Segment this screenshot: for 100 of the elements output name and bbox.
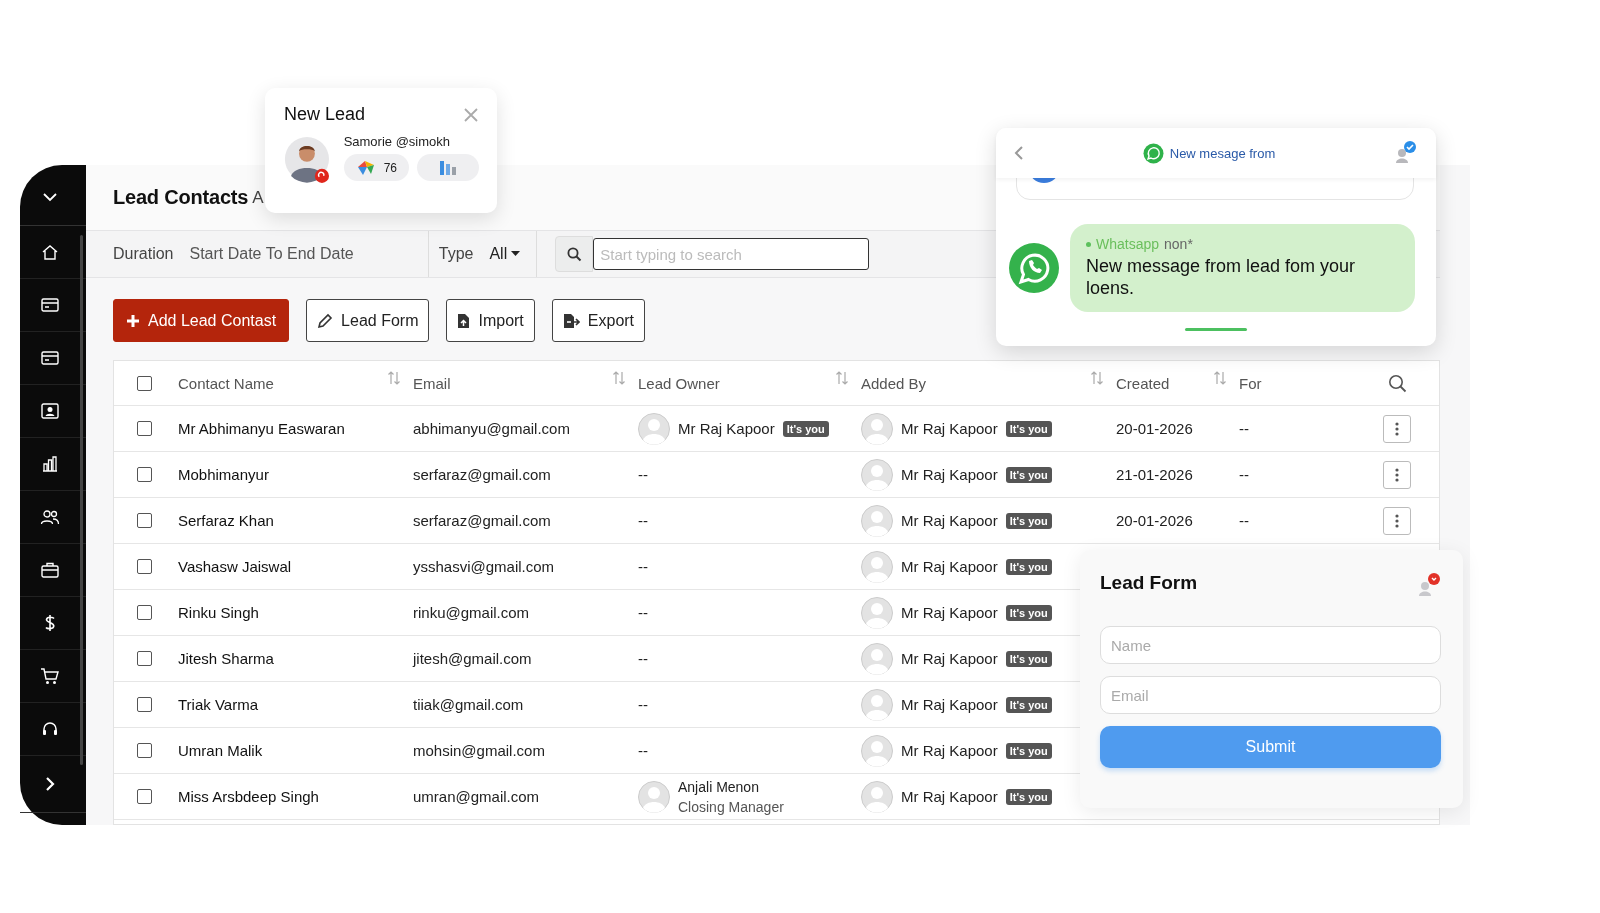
avatar-icon [861,412,893,445]
email-cell: umran@gmail.com [413,788,540,805]
back-icon[interactable] [1014,145,1024,161]
avatar-icon [638,780,670,813]
row-checkbox[interactable] [136,697,152,712]
type-dropdown[interactable]: All [489,245,521,263]
input-field[interactable]: Name [1100,626,1441,664]
added-by-name: Mr Raj Kapoor [901,512,998,529]
sender-name: Whatsapp [1096,236,1160,252]
bar-chart-icon [439,159,457,176]
column-header[interactable]: Contact Name [178,374,401,392]
column-header[interactable]: Lead Owner [638,374,849,392]
chevron-down-icon[interactable] [42,192,58,202]
more-icon [1395,421,1399,436]
column-header[interactable]: Added By [861,374,1104,392]
owner-name: Mr Raj Kapoor [678,420,775,437]
email-cell: jitesh@gmail.com [413,650,532,667]
created-date: 21-01-2026 [1116,466,1193,483]
sender-tag: non* [1164,236,1193,252]
email-cell: abhimanyu@gmail.com [413,420,570,437]
contact-card-icon[interactable] [41,403,59,419]
page-title: Lead Contacts [113,186,249,209]
added-by-name: Mr Raj Kapoor [901,420,998,437]
input-field[interactable]: Email [1100,676,1441,714]
score-value: 76 [383,160,397,175]
verified-user-icon [1394,141,1416,165]
avatar-icon [861,688,893,721]
whatsapp-logo-icon [1008,242,1060,294]
briefcase-icon[interactable] [41,562,59,578]
import-button[interactable]: Import [446,299,535,342]
home-icon[interactable] [41,243,59,261]
message-text: New message from lead fom your loens. [1086,256,1357,300]
search-icon [566,246,582,262]
add-contact-button[interactable]: Add Lead Contast [113,299,290,342]
export-button[interactable]: Export [551,299,646,342]
card-icon[interactable] [41,350,59,366]
notification-title: New mesage from [1169,145,1276,161]
avatar-icon [638,412,670,445]
owner-cell: -- [638,742,648,759]
search-field[interactable]: Start typing to search [593,238,870,270]
you-badge: It's you [1005,696,1052,713]
added-by-name: Mr Raj Kapoor [901,696,998,713]
search-icon[interactable] [1387,373,1407,393]
created-date: 20-01-2026 [1116,512,1193,529]
you-badge: It's you [1005,420,1052,437]
users-icon[interactable] [40,509,60,525]
contact-name: Rinku Singh [178,604,259,621]
you-badge: It's you [1005,650,1052,667]
owner-cell: -- [638,512,648,529]
cart-icon[interactable] [40,667,60,685]
you-badge: It's you [1005,512,1052,529]
chevron-right-icon[interactable] [45,776,55,792]
contact-name: Vashasw Jaiswal [178,558,292,575]
owner-cell: -- [638,696,648,713]
date-range-picker[interactable]: Start Date To End Date [189,245,354,263]
duration-label: Duration [113,245,174,263]
more-icon [1395,513,1399,528]
row-checkbox[interactable] [136,513,152,528]
card-icon[interactable] [41,297,59,313]
email-cell: ysshasvi@gmail.com [413,558,555,575]
contact-name: Mr Abhimanyu Easwaran [178,420,345,437]
for-cell: -- [1239,466,1249,483]
added-by-name: Mr Raj Kapoor [901,558,998,575]
whatsapp-icon [1142,142,1164,164]
email-cell: mohsin@gmail.com [413,742,545,759]
contact-name: Umran Malik [178,742,263,759]
created-date: 20-01-2026 [1116,420,1193,437]
you-badge: It's you [1005,558,1052,575]
owner-cell: -- [638,558,648,575]
column-header[interactable]: Email [413,374,626,392]
column-header[interactable]: Created [1116,374,1227,392]
notification-icon [1417,572,1441,598]
page-subtitle: A [252,187,264,208]
added-by-name: Mr Raj Kapoor [901,604,998,621]
added-by-name: Mr Raj Kapoor [901,788,998,805]
owner-name: Anjali Menon [678,778,760,795]
row-checkbox[interactable] [136,559,152,574]
headset-icon[interactable] [41,720,59,738]
select-all-checkbox[interactable] [136,375,152,391]
row-checkbox[interactable] [136,651,152,666]
you-badge: It's you [1005,788,1052,805]
column-header[interactable]: For [1239,374,1347,392]
owner-role: Closing Manager [678,798,784,815]
caret-icon [511,251,521,257]
row-checkbox[interactable] [136,421,152,436]
avatar-icon [861,642,893,675]
owner-cell: -- [638,604,648,621]
you-badge: It's you [1005,742,1052,759]
row-checkbox[interactable] [136,789,152,804]
search-button[interactable] [555,236,594,272]
file-upload-icon [457,312,471,329]
avatar-icon [861,734,893,767]
lead-handle: Samorie @simokh [343,134,452,149]
form-button[interactable]: Lead Form [306,299,430,342]
row-checkbox[interactable] [136,605,152,620]
owner-cell: -- [638,466,648,483]
row-checkbox[interactable] [136,467,152,482]
email-cell: serfaraz@gmail.com [413,466,551,483]
row-checkbox[interactable] [136,743,152,758]
dollar-icon[interactable] [44,614,56,632]
